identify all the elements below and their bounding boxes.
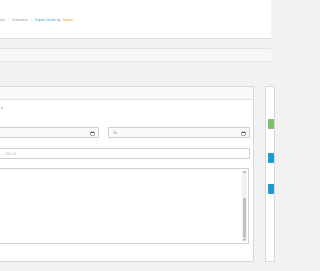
calendar-icon[interactable] bbox=[90, 131, 95, 136]
breadcrumb-separator: › bbox=[31, 18, 33, 22]
breadcrumb-item-current: Export Order by bbox=[35, 18, 61, 22]
scrollbar[interactable] bbox=[242, 170, 247, 242]
date-from-field[interactable] bbox=[0, 127, 99, 138]
page-title-bar bbox=[0, 48, 271, 62]
caret-up-icon[interactable] bbox=[242, 170, 247, 174]
breadcrumb-item-status: Status bbox=[62, 18, 73, 22]
filter-text-field[interactable] bbox=[0, 148, 250, 159]
date-to-input[interactable] bbox=[109, 128, 249, 137]
breadcrumb: me › Extension › Export Order by Status bbox=[0, 16, 73, 24]
result-list[interactable] bbox=[0, 168, 249, 244]
panel-heading bbox=[0, 87, 253, 100]
breadcrumb-separator: › bbox=[8, 18, 10, 22]
side-status-blue[interactable] bbox=[268, 184, 274, 194]
date-from-input[interactable] bbox=[0, 128, 98, 137]
date-to-field[interactable] bbox=[108, 127, 250, 138]
calendar-icon[interactable] bbox=[241, 131, 246, 136]
caret-down-icon[interactable] bbox=[242, 238, 247, 242]
side-panel bbox=[265, 86, 275, 262]
filter-text-input[interactable] bbox=[0, 149, 249, 158]
side-status-green[interactable] bbox=[268, 119, 274, 129]
panel-label: s bbox=[1, 106, 3, 110]
scrollbar-thumb[interactable] bbox=[243, 198, 246, 238]
side-status-blue[interactable] bbox=[268, 153, 274, 163]
breadcrumb-item-home[interactable]: me bbox=[0, 16, 5, 24]
breadcrumb-item-extension[interactable]: Extension bbox=[12, 16, 28, 24]
top-header: me › Extension › Export Order by Status bbox=[0, 0, 271, 39]
